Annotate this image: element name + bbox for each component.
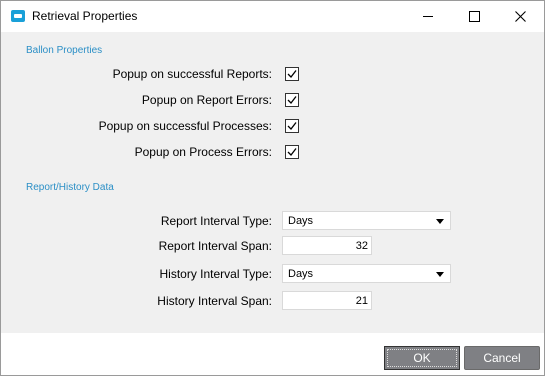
popup-successful-reports-checkbox[interactable] — [285, 67, 299, 81]
checkmark-icon — [287, 70, 297, 78]
report-interval-type-select[interactable]: Days — [282, 211, 451, 230]
ok-button[interactable]: OK — [384, 346, 460, 370]
popup-process-errors-checkbox[interactable] — [285, 145, 299, 159]
cancel-button[interactable]: Cancel — [464, 346, 540, 370]
title-bar[interactable]: Retrieval Properties — [1, 1, 544, 32]
report-history-heading: Report/History Data — [26, 182, 114, 193]
popup-successful-processes-checkbox[interactable] — [285, 119, 299, 133]
popup-successful-processes-label: Popup on successful Processes: — [98, 119, 272, 133]
popup-successful-reports-label: Popup on successful Reports: — [112, 67, 272, 81]
minimize-icon — [423, 16, 433, 17]
chevron-down-icon — [436, 219, 444, 224]
history-interval-span-input[interactable]: 21 — [282, 291, 372, 310]
balloon-properties-heading: Ballon Properties — [26, 45, 103, 56]
checkmark-icon — [287, 122, 297, 130]
close-button[interactable] — [497, 1, 543, 32]
report-interval-type-value: Days — [288, 215, 314, 227]
window-title: Retrieval Properties — [32, 9, 138, 23]
maximize-icon — [468, 11, 480, 22]
history-interval-type-value: Days — [288, 268, 314, 280]
chevron-down-icon — [436, 272, 444, 277]
report-interval-type-label: Report Interval Type: — [160, 214, 272, 228]
report-interval-span-input[interactable]: 32 — [282, 236, 372, 255]
retrieval-properties-dialog: Retrieval Properties Ballon Properties P… — [0, 0, 545, 376]
close-icon — [514, 11, 526, 22]
app-icon — [11, 10, 25, 22]
popup-process-errors-label: Popup on Process Errors: — [134, 145, 272, 159]
history-interval-type-select[interactable]: Days — [282, 264, 451, 283]
history-interval-type-label: History Interval Type: — [159, 267, 273, 281]
minimize-button[interactable] — [405, 1, 451, 32]
popup-report-errors-label: Popup on Report Errors: — [141, 93, 272, 107]
report-interval-span-label: Report Interval Span: — [158, 239, 272, 253]
checkmark-icon — [287, 148, 297, 156]
report-interval-span-value: 32 — [355, 240, 368, 252]
history-interval-span-label: History Interval Span: — [157, 294, 272, 308]
checkmark-icon — [287, 96, 297, 104]
maximize-button[interactable] — [451, 1, 497, 32]
history-interval-span-value: 21 — [355, 295, 368, 307]
button-bar — [1, 333, 544, 375]
popup-report-errors-checkbox[interactable] — [285, 93, 299, 107]
